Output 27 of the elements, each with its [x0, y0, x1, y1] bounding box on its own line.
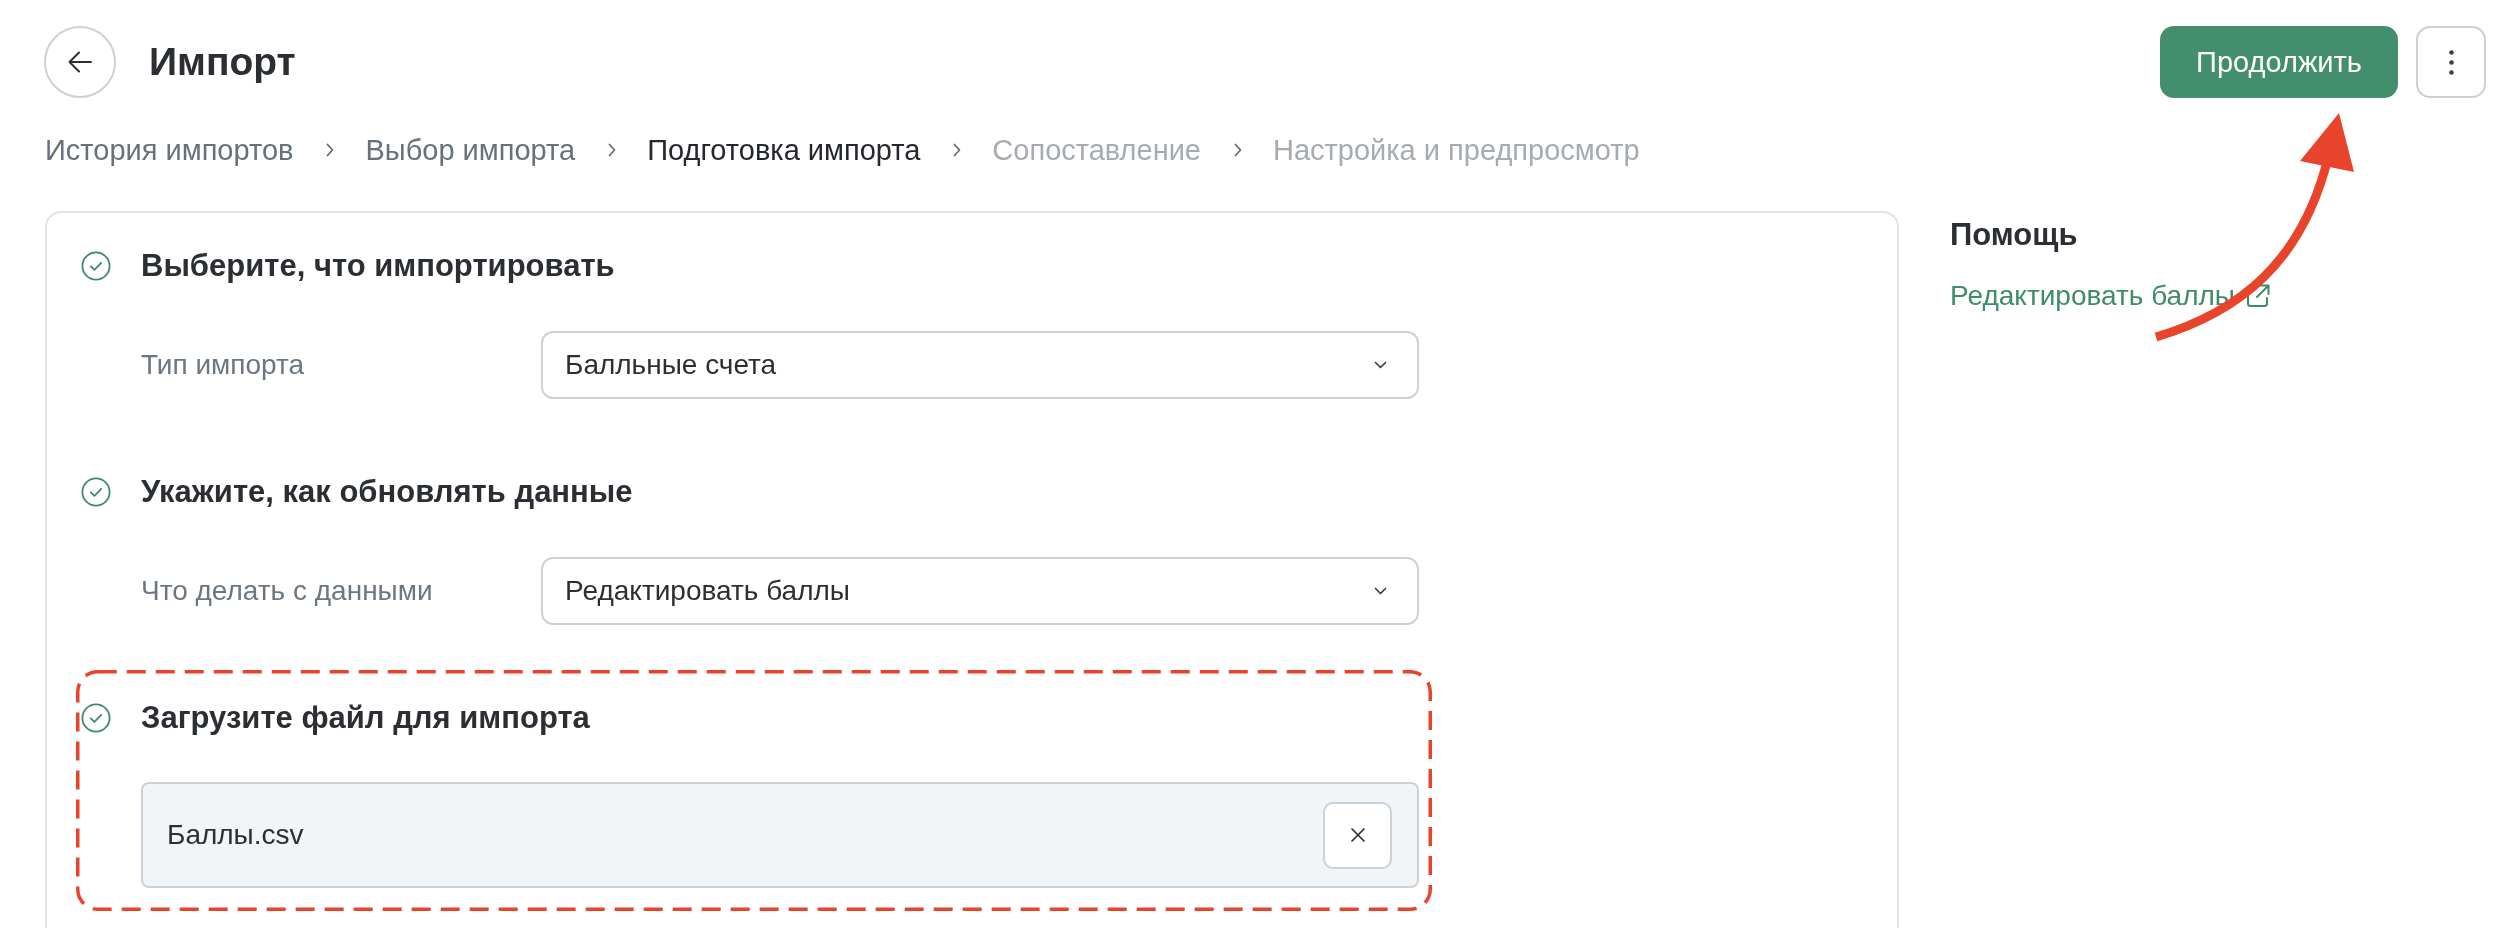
dropdown-field[interactable]: Балльные счета	[541, 331, 1419, 399]
breadcrumb-item: Подготовка импорта	[647, 133, 921, 168]
more-button[interactable]	[2416, 26, 2486, 98]
remove-file-button[interactable]	[1323, 801, 1392, 869]
chevron-right-icon	[608, 143, 617, 157]
arrow-left-icon	[68, 51, 92, 73]
field-label: Что делать с данными	[141, 575, 434, 607]
help-title: Помощь	[1950, 217, 2078, 253]
breadcrumb-item: Настройка и предпросмотр	[1273, 133, 1640, 168]
more-vertical-icon	[2448, 49, 2454, 75]
close-icon	[1350, 828, 1365, 842]
chevron-right-icon	[953, 143, 962, 157]
field-label: Тип импорта	[141, 349, 306, 381]
chevron-down-icon	[1374, 361, 1387, 369]
chevron-right-icon	[326, 143, 335, 157]
continue-button[interactable]: Продолжить	[2160, 26, 2398, 98]
page-title: Импорт	[149, 39, 296, 85]
chevron-right-icon	[1234, 143, 1242, 157]
breadcrumb-item[interactable]: История импортов	[45, 132, 294, 168]
breadcrumb-item[interactable]: Выбор импорта	[365, 132, 576, 168]
breadcrumb-item: Сопоставление	[992, 133, 1201, 168]
dropdown-field[interactable]: Редактировать баллы	[541, 557, 1419, 625]
section-title: Укажите, как обновлять данные	[141, 474, 633, 510]
section-title: Выберите, что импортировать	[141, 248, 615, 284]
section-title: Загрузите файл для импорта	[141, 700, 590, 736]
chevron-down-icon	[1374, 587, 1387, 595]
file-name: Баллы.csv	[167, 819, 304, 851]
